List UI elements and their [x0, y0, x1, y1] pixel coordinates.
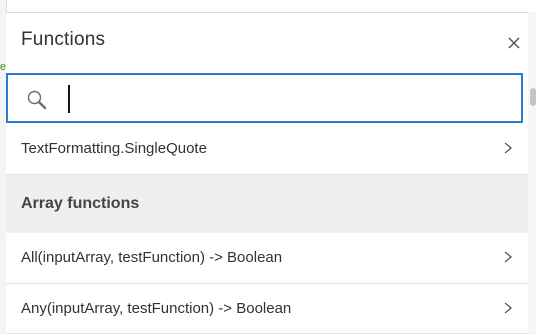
group-header-array-functions: Array functions: [6, 175, 528, 233]
panel-header: Functions: [6, 13, 528, 71]
chevron-right-icon: [504, 302, 513, 314]
text-caret: [68, 85, 70, 113]
list-item-label: All(inputArray, testFunction) -> Boolean: [21, 249, 283, 266]
functions-panel: Functions TextFormatting.SingleQuote Arr…: [6, 12, 529, 335]
list-item-all[interactable]: All(inputArray, testFunction) -> Boolean: [6, 233, 528, 284]
list-item-textformatting-singlequote[interactable]: TextFormatting.SingleQuote: [6, 123, 528, 175]
list-item-any[interactable]: Any(inputArray, testFunction) -> Boolean: [6, 284, 528, 334]
search-box[interactable]: [6, 73, 523, 123]
chevron-right-icon: [504, 142, 513, 154]
search-icon: [27, 90, 47, 110]
close-icon: [508, 37, 520, 49]
chevron-right-icon: [504, 251, 513, 263]
scrollbar-track[interactable]: [528, 12, 536, 334]
scrollbar-thumb[interactable]: [530, 88, 536, 106]
search-input[interactable]: [64, 81, 504, 115]
list-item-label: TextFormatting.SingleQuote: [21, 140, 207, 157]
panel-title: Functions: [21, 29, 106, 50]
list-item-label: Any(inputArray, testFunction) -> Boolean: [21, 300, 292, 317]
close-button[interactable]: [504, 33, 524, 53]
group-label: Array functions: [21, 195, 140, 212]
